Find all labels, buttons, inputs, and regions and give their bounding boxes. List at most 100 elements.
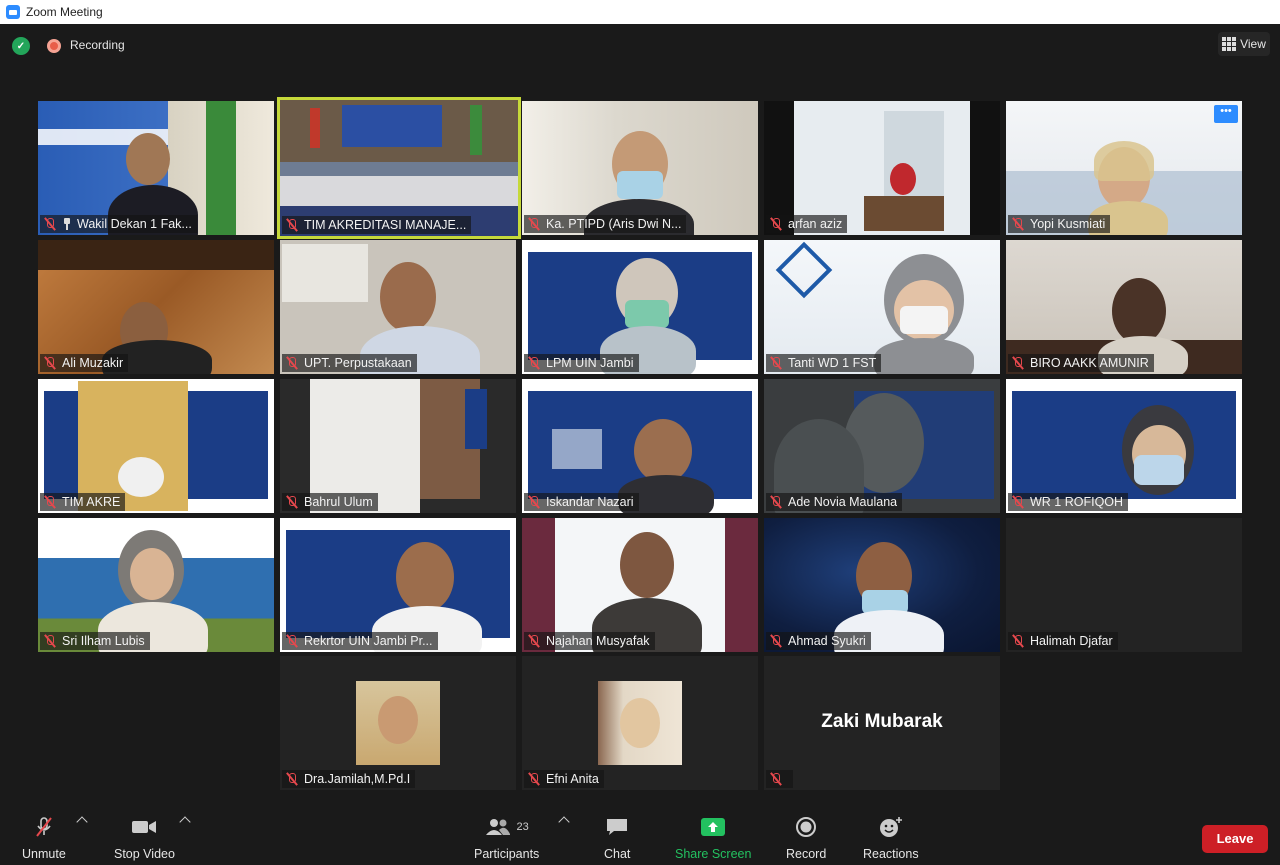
video-tile[interactable]: Dra.Jamilah,M.Pd.I xyxy=(280,656,516,790)
tile-more-options-button[interactable]: ••• xyxy=(1214,105,1238,123)
participant-name: TIM AKREDITASI MANAJE... xyxy=(304,218,467,232)
unmute-label: Unmute xyxy=(22,847,66,861)
meeting-topbar: ✓ Recording View xyxy=(0,24,1280,68)
mic-muted-icon xyxy=(527,495,541,509)
mic-muted-icon xyxy=(43,356,57,370)
share-screen-button[interactable]: Share Screen xyxy=(675,816,751,861)
participant-namebar: Ali Muzakir xyxy=(40,354,129,372)
participant-display-name: Zaki Mubarak xyxy=(821,711,943,732)
participants-button[interactable]: 23 Participants xyxy=(474,816,539,861)
window-titlebar: Zoom Meeting xyxy=(0,0,1280,24)
participant-name: arfan aziz xyxy=(788,217,843,231)
video-tile[interactable]: Halimah Djafar xyxy=(1006,518,1242,652)
participant-name: Najahan Musyafak xyxy=(546,634,650,648)
participant-namebar: Ahmad Syukri xyxy=(766,632,871,650)
mic-muted-icon xyxy=(1011,217,1025,231)
grid-view-icon xyxy=(1222,37,1237,51)
video-tile-active-speaker[interactable]: TIM AKREDITASI MANAJE... xyxy=(277,97,521,239)
video-tile[interactable]: Iskandar Nazari xyxy=(522,379,758,513)
reactions-smiley-icon xyxy=(879,817,902,837)
pin-icon xyxy=(62,218,72,230)
participant-namebar: UPT. Perpustakaan xyxy=(282,354,417,372)
mic-muted-icon xyxy=(285,356,299,370)
video-tile[interactable]: ••• Yopi Kusmiati xyxy=(1006,101,1242,235)
participant-name: Ade Novia Maulana xyxy=(788,495,898,509)
mic-muted-icon xyxy=(36,817,52,837)
stop-video-button[interactable]: Stop Video xyxy=(114,816,175,861)
participant-name: Sri Ilham Lubis xyxy=(62,634,145,648)
participant-namebar: Najahan Musyafak xyxy=(524,632,655,650)
video-tile[interactable]: Zaki Mubarak xyxy=(764,656,1000,790)
video-tile[interactable]: Sri Ilham Lubis xyxy=(38,518,274,652)
participant-name: UPT. Perpustakaan xyxy=(304,356,412,370)
participant-namebar: Sri Ilham Lubis xyxy=(40,632,150,650)
video-tile[interactable]: Ka. PTIPD (Aris Dwi N... xyxy=(522,101,758,235)
video-tile[interactable]: Tanti WD 1 FST xyxy=(764,240,1000,374)
view-label: View xyxy=(1240,37,1266,51)
participant-name: Wakil Dekan 1 Fak... xyxy=(77,217,192,231)
video-tile[interactable]: UPT. Perpustakaan xyxy=(280,240,516,374)
video-tile[interactable]: Rekrtor UIN Jambi Pr... xyxy=(280,518,516,652)
mic-muted-icon xyxy=(43,495,57,509)
unmute-button[interactable]: Unmute xyxy=(22,816,66,861)
participant-name: Ali Muzakir xyxy=(62,356,124,370)
share-screen-icon xyxy=(701,818,726,836)
video-tile[interactable]: TIM AKRE xyxy=(38,379,274,513)
video-tile[interactable]: WR 1 ROFIQOH xyxy=(1006,379,1242,513)
mic-muted-icon xyxy=(527,772,541,786)
record-button[interactable]: Record xyxy=(786,816,826,861)
video-tile[interactable]: Bahrul Ulum xyxy=(280,379,516,513)
video-tile[interactable]: Wakil Dekan 1 Fak... xyxy=(38,101,274,235)
participant-name: Ka. PTIPD (Aris Dwi N... xyxy=(546,217,682,231)
mic-muted-icon xyxy=(769,356,783,370)
audio-options-caret-icon[interactable] xyxy=(76,816,88,828)
mic-muted-icon xyxy=(1011,634,1025,648)
mic-muted-icon xyxy=(769,217,783,231)
participant-namebar: Efni Anita xyxy=(524,770,604,788)
video-tile[interactable]: LPM UIN Jambi xyxy=(522,240,758,374)
video-tile[interactable]: Efni Anita xyxy=(522,656,758,790)
chat-icon xyxy=(607,819,628,835)
mic-muted-icon xyxy=(43,217,57,231)
security-shield-icon[interactable]: ✓ xyxy=(12,37,30,55)
mic-muted-icon xyxy=(1011,495,1025,509)
chat-button[interactable]: Chat xyxy=(604,816,630,861)
view-button[interactable]: View xyxy=(1218,32,1270,56)
participant-namebar: Wakil Dekan 1 Fak... xyxy=(40,215,197,233)
participant-namebar: arfan aziz xyxy=(766,215,848,233)
participants-options-caret-icon[interactable] xyxy=(558,816,570,828)
participant-name: Dra.Jamilah,M.Pd.I xyxy=(304,772,411,786)
mic-muted-icon xyxy=(527,634,541,648)
meeting-controls-toolbar: Unmute Stop Video 23 Participants Chat S… xyxy=(0,808,1280,865)
participant-name: LPM UIN Jambi xyxy=(546,356,634,370)
participant-namebar: Rekrtor UIN Jambi Pr... xyxy=(282,632,438,650)
record-label: Record xyxy=(786,847,827,861)
video-tile[interactable]: arfan aziz xyxy=(764,101,1000,235)
video-tile[interactable]: Ahmad Syukri xyxy=(764,518,1000,652)
participant-namebar: Yopi Kusmiati xyxy=(1008,215,1111,233)
video-tile[interactable]: Ade Novia Maulana xyxy=(764,379,1000,513)
mic-muted-icon xyxy=(285,772,299,786)
video-tile[interactable]: BIRO AAKK AMUNIR xyxy=(1006,240,1242,374)
video-tile[interactable]: Najahan Musyafak xyxy=(522,518,758,652)
participant-name: Efni Anita xyxy=(546,772,599,786)
video-camera-icon xyxy=(132,821,157,833)
participant-name: WR 1 ROFIQOH xyxy=(1030,495,1124,509)
participants-label: Participants xyxy=(474,847,540,861)
record-icon xyxy=(796,817,817,837)
participant-name: Iskandar Nazari xyxy=(546,495,634,509)
participant-namebar: Ade Novia Maulana xyxy=(766,493,903,511)
reactions-button[interactable]: Reactions xyxy=(863,816,919,861)
mic-muted-icon xyxy=(43,634,57,648)
participant-namebar: BIRO AAKK AMUNIR xyxy=(1008,354,1154,372)
video-tile[interactable]: Ali Muzakir xyxy=(38,240,274,374)
participant-name: Bahrul Ulum xyxy=(304,495,373,509)
video-options-caret-icon[interactable] xyxy=(179,816,191,828)
participant-namebar: Tanti WD 1 FST xyxy=(766,354,882,372)
participant-name: Yopi Kusmiati xyxy=(1030,217,1106,231)
participant-namebar: TIM AKREDITASI MANAJE... xyxy=(282,216,472,234)
participant-namebar: Halimah Djafar xyxy=(1008,632,1118,650)
leave-button[interactable]: Leave xyxy=(1202,825,1268,853)
participants-count: 23 xyxy=(516,821,529,833)
mic-muted-icon xyxy=(285,495,299,509)
